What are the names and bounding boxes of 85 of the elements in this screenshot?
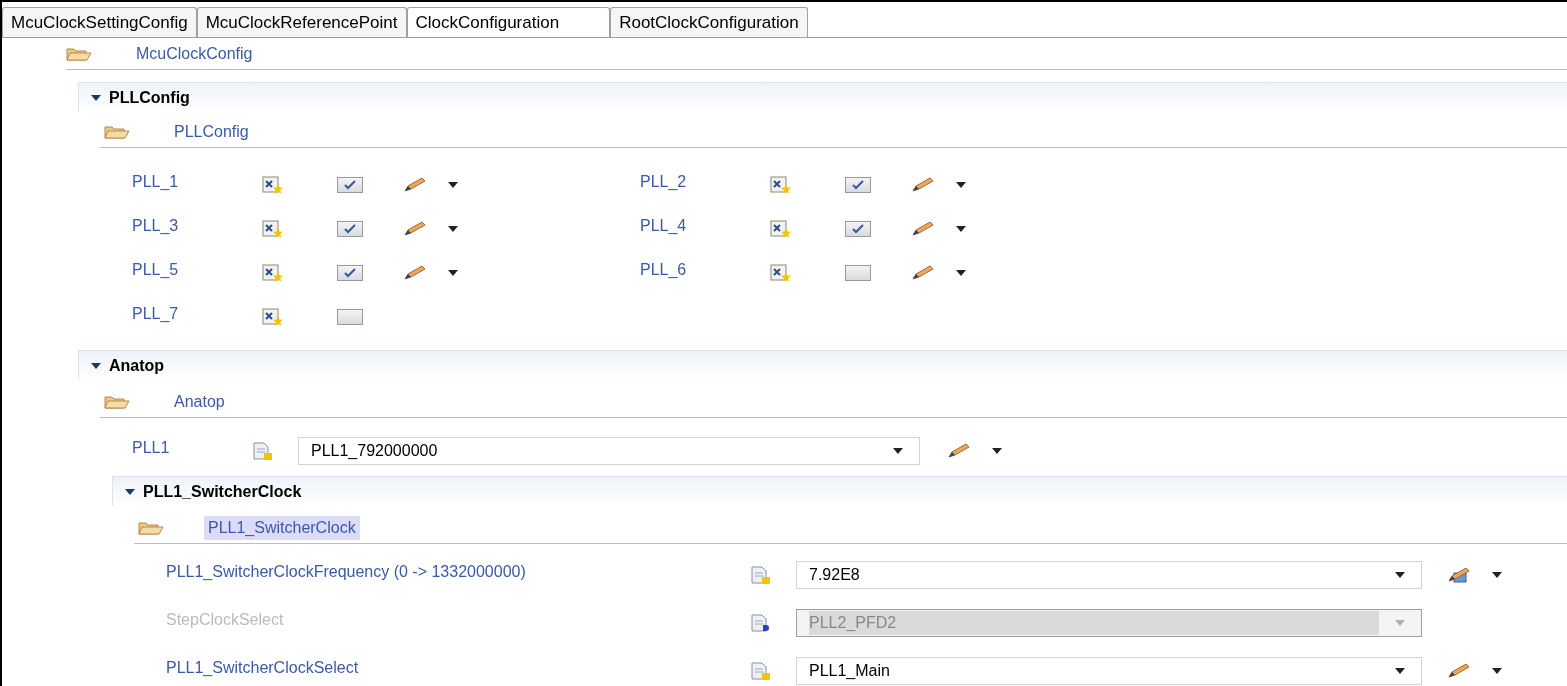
config-icon xyxy=(262,175,284,195)
tab[interactable]: McuClockSettingConfig xyxy=(2,7,197,37)
folder-icon xyxy=(66,46,92,61)
pencil-icon[interactable] xyxy=(910,264,936,282)
checkmark-icon xyxy=(344,268,356,278)
checkbox[interactable] xyxy=(845,177,871,193)
caret-icon[interactable] xyxy=(448,182,458,188)
tab[interactable]: ClockConfiguration xyxy=(406,7,611,37)
pencil-ruler-icon[interactable] xyxy=(1446,566,1472,584)
caret-icon[interactable] xyxy=(1492,668,1502,674)
edit-control[interactable] xyxy=(402,176,458,194)
expanded-triangle-icon xyxy=(91,361,101,370)
section-header[interactable]: Anatop xyxy=(78,350,1567,380)
field-label: StepClockSelect xyxy=(165,610,285,630)
dropdown-field[interactable]: PLL1_Main xyxy=(796,657,1422,685)
caret-icon[interactable] xyxy=(893,448,903,454)
section-title: PLL1_SwitcherClock xyxy=(143,481,302,502)
config-icon xyxy=(262,263,284,283)
checkbox[interactable] xyxy=(337,221,363,237)
folder-icon xyxy=(104,394,130,409)
checkbox[interactable] xyxy=(337,177,363,193)
expanded-triangle-icon xyxy=(91,93,101,102)
section-title: Anatop xyxy=(109,355,165,376)
edit-control[interactable] xyxy=(402,264,458,282)
dropdown-field[interactable]: PLL1_792000000 xyxy=(298,437,920,465)
config-icon xyxy=(262,307,284,327)
edit-control[interactable] xyxy=(910,176,966,194)
caret-icon[interactable] xyxy=(956,182,966,188)
config-icon xyxy=(770,175,792,195)
caret-icon[interactable] xyxy=(1395,668,1405,674)
checkmark-icon xyxy=(852,224,864,234)
pll-label: PLL_6 xyxy=(640,260,688,280)
pencil-icon[interactable] xyxy=(402,176,428,194)
section-header[interactable]: PLL1_SwitcherClock xyxy=(112,476,1567,506)
pencil-icon[interactable] xyxy=(910,176,936,194)
pll-label: PLL_1 xyxy=(132,172,180,192)
pll-label: PLL_5 xyxy=(132,260,180,280)
folder-icon xyxy=(138,520,164,535)
folder-label[interactable]: PLLConfig xyxy=(170,119,253,144)
checkmark-icon xyxy=(852,180,864,190)
folder-label[interactable]: McuClockConfig xyxy=(132,41,257,66)
caret-icon[interactable] xyxy=(448,270,458,276)
caret-icon[interactable] xyxy=(1395,572,1405,578)
folder-icon xyxy=(104,124,130,139)
tab[interactable]: RootClockConfiguration xyxy=(610,7,808,37)
caret-icon[interactable] xyxy=(956,226,966,232)
tab[interactable]: McuClockReferencePoint xyxy=(196,7,407,37)
pll-label: PLL_4 xyxy=(640,216,688,236)
pll-label: PLL_3 xyxy=(132,216,180,236)
checkbox[interactable] xyxy=(845,265,871,281)
config-icon xyxy=(770,263,792,283)
checkmark-icon xyxy=(344,224,356,234)
caret-icon[interactable] xyxy=(992,448,1002,454)
edit-control[interactable] xyxy=(910,264,966,282)
dropdown-field[interactable]: 7.92E8 xyxy=(796,561,1422,589)
config-icon xyxy=(262,219,284,239)
section-title: PLLConfig xyxy=(109,87,190,108)
pll-label: PLL_7 xyxy=(132,304,180,324)
section-header[interactable]: PLLConfig xyxy=(78,82,1567,112)
checkbox[interactable] xyxy=(337,265,363,281)
field-label: PLL1 xyxy=(132,438,171,458)
caret-icon[interactable] xyxy=(956,270,966,276)
folder-label[interactable]: PLL1_SwitcherClock xyxy=(204,515,360,540)
field-label: PLL1_SwitcherClockFrequency (0 -> 1332000000) xyxy=(165,562,527,582)
checkbox[interactable] xyxy=(337,309,363,325)
expanded-triangle-icon xyxy=(125,487,135,496)
document-icon xyxy=(750,661,772,681)
pencil-icon[interactable] xyxy=(910,220,936,238)
caret-icon[interactable] xyxy=(448,226,458,232)
document-icon xyxy=(750,613,772,633)
number-document-icon xyxy=(750,565,772,585)
caret-icon[interactable] xyxy=(1492,572,1502,578)
document-icon xyxy=(252,441,274,461)
checkmark-icon xyxy=(344,180,356,190)
config-icon xyxy=(770,219,792,239)
pencil-icon[interactable] xyxy=(402,264,428,282)
pencil-icon[interactable] xyxy=(402,220,428,238)
folder-label[interactable]: Anatop xyxy=(170,389,229,414)
field-label: PLL1_SwitcherClockSelect xyxy=(165,658,360,678)
checkbox[interactable] xyxy=(845,221,871,237)
pll-label: PLL_2 xyxy=(640,172,688,192)
pencil-icon[interactable] xyxy=(1446,662,1472,680)
edit-control[interactable] xyxy=(910,220,966,238)
pencil-icon[interactable] xyxy=(946,442,972,460)
edit-control[interactable] xyxy=(402,220,458,238)
